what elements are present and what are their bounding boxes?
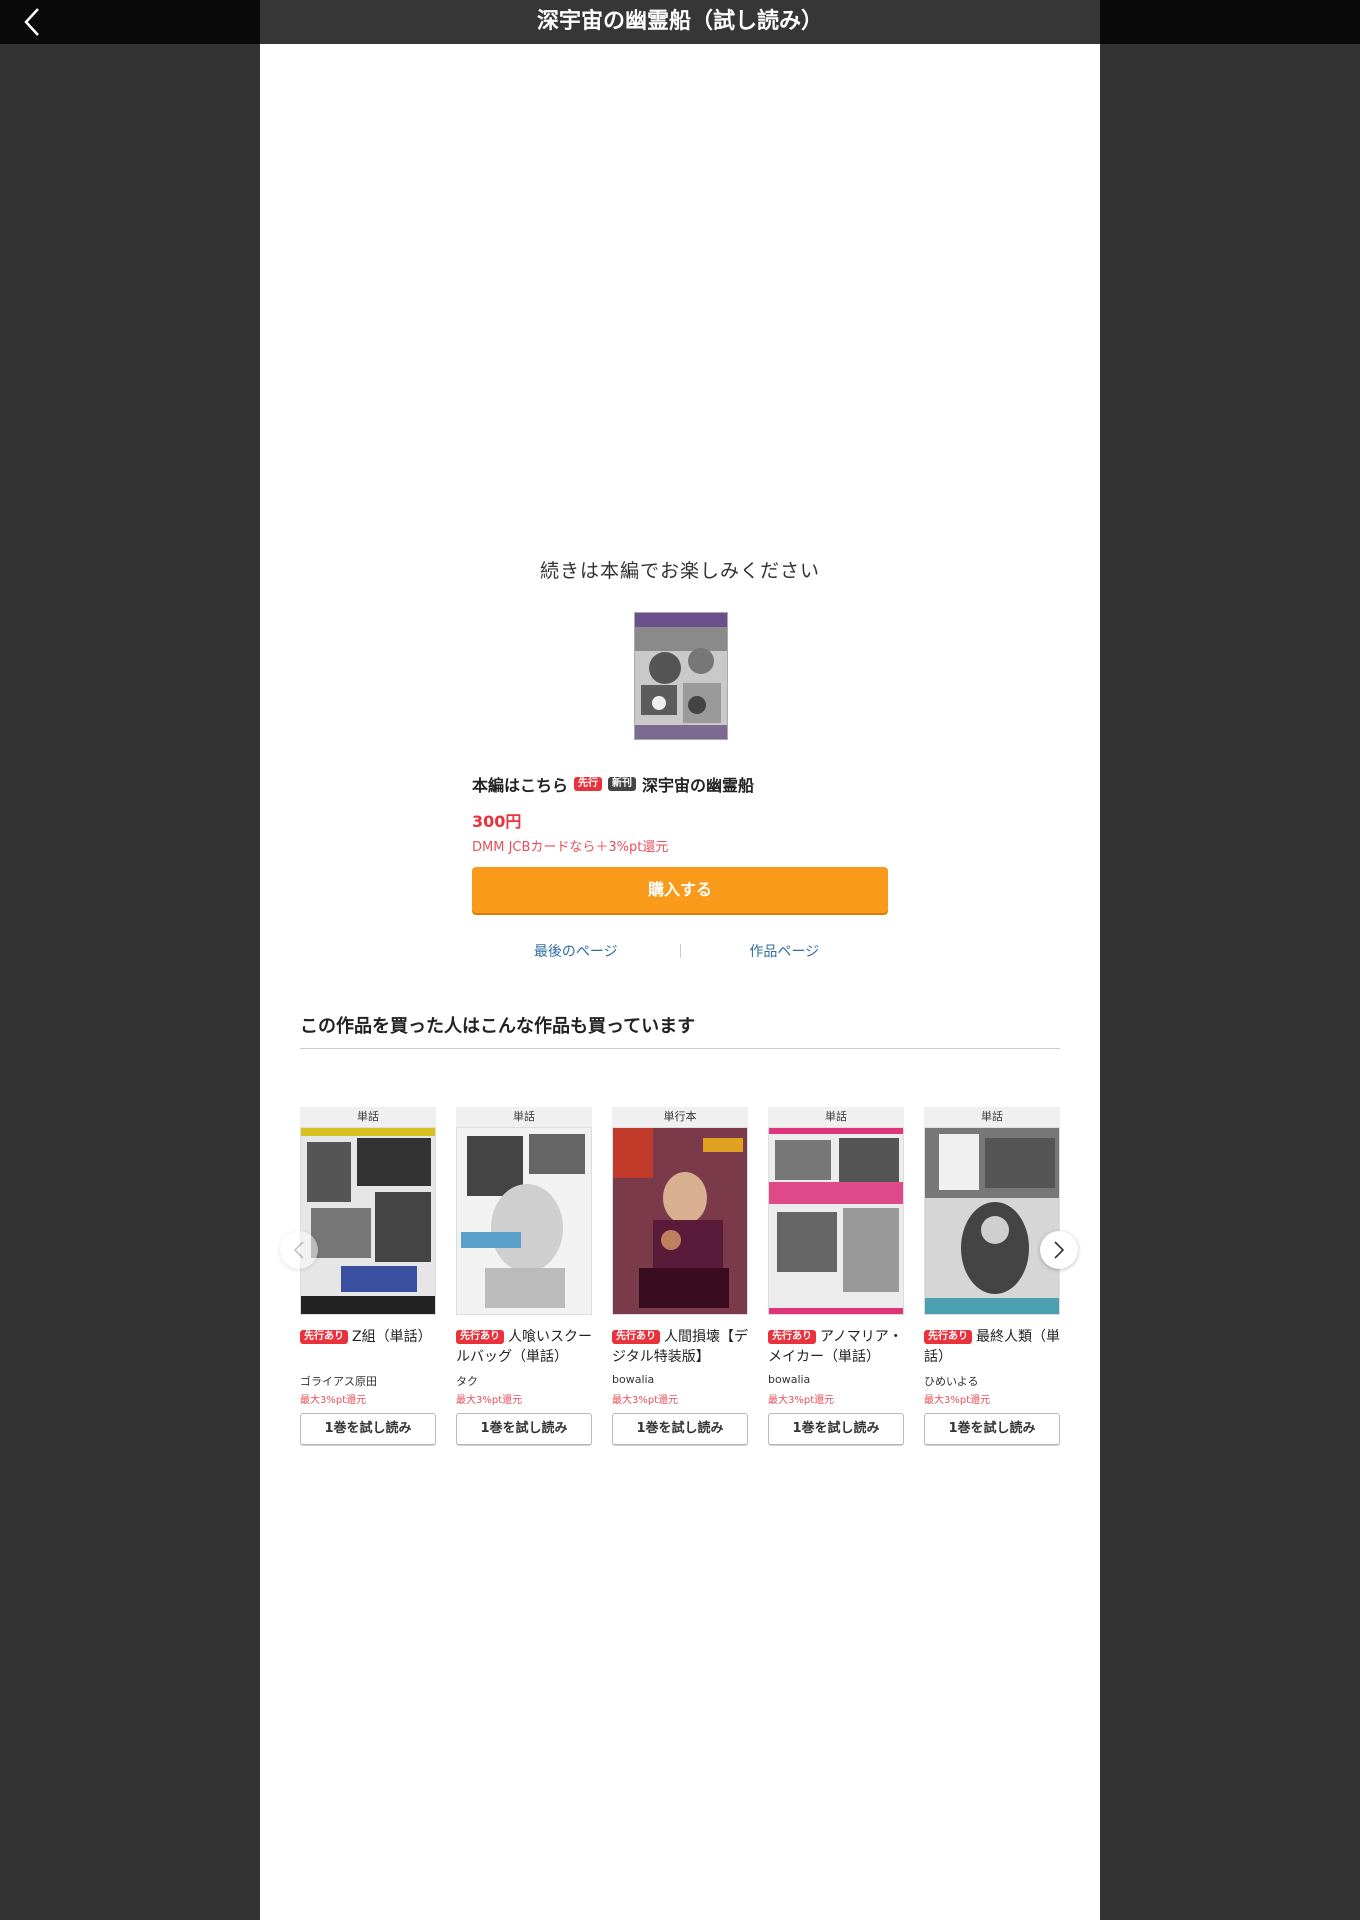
item-title[interactable]: 先行あり Z組（単話） [300, 1327, 436, 1367]
item-author[interactable]: bowalia [768, 1373, 904, 1389]
work-page-link[interactable]: 作品ページ [681, 941, 889, 961]
trial-read-button[interactable]: 1巻を試し読み [300, 1413, 436, 1445]
product-lead: 本編はこちら [472, 776, 569, 795]
early-badge: 先行あり [768, 1330, 816, 1344]
item-title[interactable]: 先行あり 人間損壊【デジタル特装版】 [612, 1327, 748, 1367]
format-label: 単話 [768, 1107, 904, 1127]
format-label: 単話 [456, 1107, 592, 1127]
product-cover-image[interactable] [634, 612, 728, 740]
recommend-heading: この作品を買った人はこんな作品も買っています [300, 1012, 1060, 1049]
top-bar: 深宇宙の幽霊船（試し読み） [0, 0, 1360, 44]
item-point: 最大3%pt還元 [612, 1395, 679, 1406]
chevron-left-icon [24, 8, 39, 36]
item-title-text: Z組（単話） [352, 1329, 432, 1345]
page-links: 最後のページ 作品ページ [472, 941, 888, 961]
product-title-link[interactable]: 深宇宙の幽霊船 [642, 772, 754, 796]
item-author[interactable]: タク [456, 1373, 592, 1389]
carousel-next-button[interactable] [1040, 1231, 1078, 1269]
cover-thumbnail[interactable] [456, 1127, 592, 1315]
early-badge: 先行 [574, 777, 603, 791]
buy-button[interactable]: 購入する [472, 867, 888, 913]
cover-thumbnail[interactable] [612, 1127, 748, 1315]
chevron-right-icon [1054, 1241, 1065, 1259]
item-author[interactable]: bowalia [612, 1373, 748, 1389]
format-label: 単行本 [612, 1107, 748, 1127]
product-line: 本編はこちら 先行 新刊 深宇宙の幽霊船 [472, 772, 754, 796]
item-point: 最大3%pt還元 [924, 1395, 991, 1406]
item-author[interactable]: ゴライアス原田 [300, 1373, 436, 1389]
recommend-carousel: 単話 先行あり Z組（単話） ゴライアス原田 最大3%pt還元 1巻を試し読み [300, 1107, 1060, 1467]
item-point: 最大3%pt還元 [768, 1395, 835, 1406]
trial-read-button[interactable]: 1巻を試し読み [612, 1413, 748, 1445]
early-badge: 先行あり [924, 1330, 972, 1344]
cover-thumbnail[interactable] [768, 1127, 904, 1315]
page-title: 深宇宙の幽霊船（試し読み） [536, 9, 823, 34]
item-title[interactable]: 先行あり アノマリア・メイカー（単話） [768, 1327, 904, 1367]
recommend-card: 単話 先行あり アノマリア・メイカー（単話） bowalia 最大3%pt還元 1 [768, 1107, 904, 1445]
early-badge: 先行あり [456, 1330, 504, 1344]
item-point: 最大3%pt還元 [300, 1395, 367, 1406]
recommend-card: 単行本 先行あり 人間損壊【デジタル特装版】 bowalia 最大3%pt還元 1… [612, 1107, 748, 1445]
product-price: 300円 [472, 812, 522, 831]
reader-end-page: 続きは本編でお楽しみください 本編はこちら 先行 新刊 深宇宙の幽霊船 300円… [260, 44, 1100, 1920]
format-label: 単話 [300, 1107, 436, 1127]
early-badge: 先行あり [612, 1330, 660, 1344]
item-title[interactable]: 先行あり 最終人類（単話） [924, 1327, 1060, 1367]
early-badge: 先行あり [300, 1330, 348, 1344]
recommend-card: 単話 先行あり 最終人類（単話） ひめいよる 最大3%pt還元 1巻を試し読み [924, 1107, 1060, 1445]
trial-read-button[interactable]: 1巻を試し読み [924, 1413, 1060, 1445]
last-page-link[interactable]: 最後のページ [472, 941, 680, 961]
back-button[interactable] [14, 4, 50, 40]
trial-read-button[interactable]: 1巻を試し読み [456, 1413, 592, 1445]
trial-read-button[interactable]: 1巻を試し読み [768, 1413, 904, 1445]
item-author[interactable]: ひめいよる [924, 1373, 1060, 1389]
recommend-card: 単話 先行あり 人喰いスクールバッグ（単話） タク 最大3%pt還元 1巻を試し読… [456, 1107, 592, 1445]
cover-thumbnail[interactable] [300, 1127, 436, 1315]
item-point: 最大3%pt還元 [456, 1395, 523, 1406]
campaign-text[interactable]: DMM JCBカードなら＋3%pt還元 [472, 836, 668, 855]
recommend-card: 単話 先行あり Z組（単話） ゴライアス原田 最大3%pt還元 1巻を試し読み [300, 1107, 436, 1445]
item-title[interactable]: 先行あり 人喰いスクールバッグ（単話） [456, 1327, 592, 1367]
new-badge: 新刊 [608, 777, 637, 791]
format-label: 単話 [924, 1107, 1060, 1127]
cover-thumbnail[interactable] [924, 1127, 1060, 1315]
chevron-left-icon [293, 1241, 304, 1259]
continue-message: 続きは本編でお楽しみください [539, 560, 820, 582]
carousel-prev-button[interactable] [280, 1231, 318, 1269]
